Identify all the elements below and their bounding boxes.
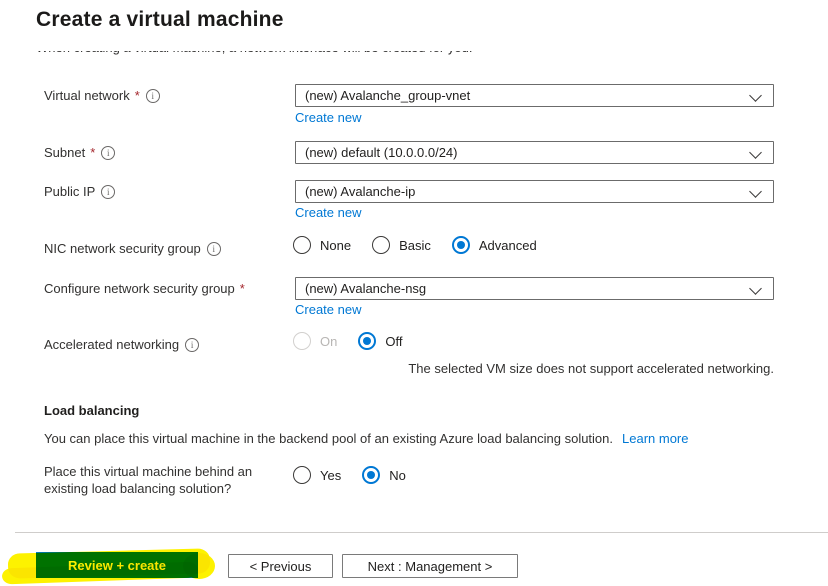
load-balancing-description: You can place this virtual machine in th…: [44, 431, 689, 446]
nic-nsg-label: NIC network security group i: [44, 241, 289, 257]
configure-nsg-label: Configure network security group *: [44, 281, 245, 296]
public-ip-create-new-link[interactable]: Create new: [295, 205, 361, 220]
accelerated-networking-label: Accelerated networking i: [44, 337, 289, 353]
public-ip-select[interactable]: (new) Avalanche-ip: [295, 180, 774, 203]
virtual-network-select[interactable]: (new) Avalanche_group-vnet: [295, 84, 774, 107]
subnet-select[interactable]: (new) default (10.0.0.0/24): [295, 141, 774, 164]
learn-more-link[interactable]: Learn more: [622, 431, 688, 446]
radio-selected-icon: [358, 332, 377, 350]
accelerated-networking-radio-group: On Off: [293, 332, 423, 350]
virtual-network-create-new-link[interactable]: Create new: [295, 110, 361, 125]
footer-divider: [15, 532, 828, 533]
accelerated-networking-note: The selected VM size does not support ac…: [408, 361, 774, 376]
nic-nsg-radio-group: None Basic Advanced: [293, 236, 558, 254]
radio-disabled-icon: [293, 332, 311, 350]
info-icon[interactable]: i: [101, 185, 116, 199]
load-balancing-radio-group: Yes No: [293, 466, 427, 484]
configure-nsg-select[interactable]: (new) Avalanche-nsg: [295, 277, 774, 300]
radio-on-disabled: On: [293, 332, 337, 350]
next-management-button[interactable]: Next : Management >: [342, 554, 518, 578]
previous-button[interactable]: < Previous: [228, 554, 333, 578]
virtual-network-label: Virtual network * i: [44, 88, 289, 104]
info-icon[interactable]: i: [145, 89, 160, 103]
radio-selected-icon: [362, 466, 381, 484]
create-vm-networking-page: Create a virtual machine When creating a…: [0, 0, 828, 586]
radio-basic[interactable]: Basic: [372, 236, 431, 254]
info-icon[interactable]: i: [101, 146, 116, 160]
load-balancing-question-label: Place this virtual machine behind an exi…: [44, 464, 253, 496]
radio-circle-icon: [372, 236, 391, 254]
radio-circle-icon: [293, 236, 311, 254]
public-ip-label: Public IP i: [44, 184, 289, 200]
load-balancing-heading: Load balancing: [44, 403, 140, 418]
required-asterisk: *: [134, 88, 140, 103]
radio-circle-icon: [293, 466, 311, 484]
radio-selected-icon: [451, 236, 470, 254]
radio-off[interactable]: Off: [358, 332, 402, 350]
clipped-description: When creating a virtual machine, a netwo…: [36, 51, 596, 63]
radio-none[interactable]: None: [293, 236, 351, 254]
radio-advanced[interactable]: Advanced: [451, 236, 537, 254]
required-asterisk: *: [239, 281, 245, 296]
review-create-button[interactable]: Review + create: [36, 552, 198, 578]
required-asterisk: *: [90, 145, 96, 160]
radio-yes[interactable]: Yes: [293, 466, 341, 484]
radio-no[interactable]: No: [362, 466, 406, 484]
page-title: Create a virtual machine: [36, 8, 284, 31]
configure-nsg-create-new-link[interactable]: Create new: [295, 302, 361, 317]
info-icon[interactable]: i: [185, 338, 200, 352]
info-icon[interactable]: i: [206, 242, 221, 256]
subnet-label: Subnet * i: [44, 145, 289, 161]
